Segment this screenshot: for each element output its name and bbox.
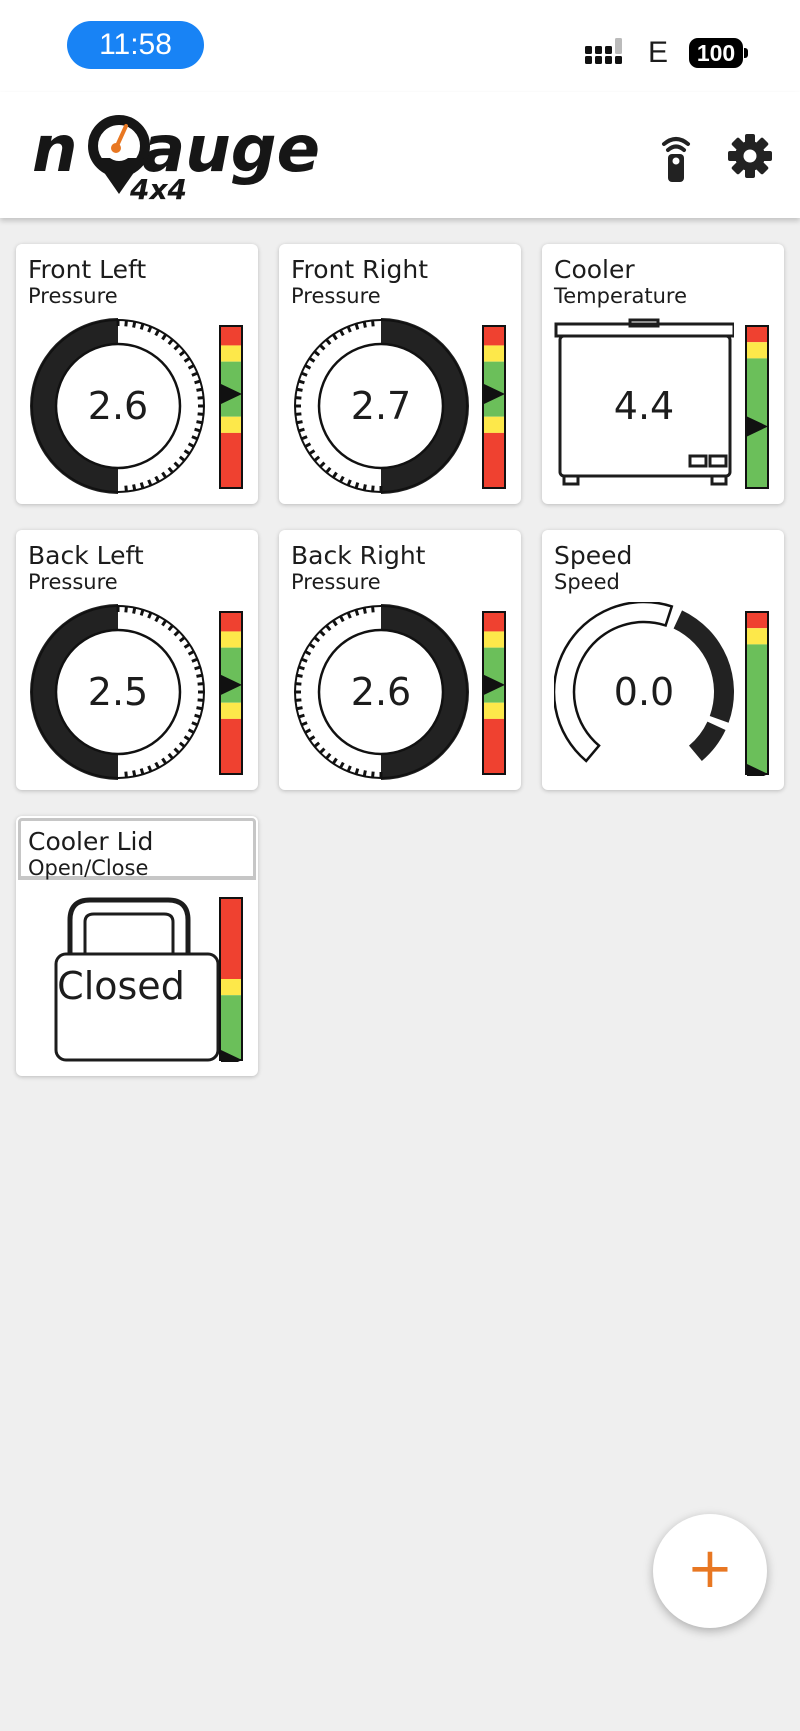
scale-segment [220, 702, 242, 719]
svg-text:n: n [32, 113, 78, 187]
tile-title: Front Right [291, 255, 429, 284]
tile-value: 0.0 [613, 670, 675, 714]
status-time: 11:58 [67, 21, 204, 69]
level-scale [219, 897, 243, 1062]
tile-title: Speed [554, 541, 633, 570]
scale-segment [220, 631, 242, 648]
level-scale [482, 325, 506, 489]
tile-title: Cooler Lid [28, 827, 154, 856]
scale-segment [746, 628, 768, 645]
network-type: E [648, 36, 669, 69]
tile-title: Back Right [291, 541, 426, 570]
scale-segment [220, 612, 242, 632]
level-scale [745, 325, 769, 489]
tile-subtitle: Pressure [291, 570, 381, 594]
scale-segment [483, 631, 505, 648]
tile-title: Cooler [554, 255, 635, 284]
tile-speed[interactable]: Speed Speed 0.0 [542, 530, 784, 790]
scale-segment [746, 326, 768, 343]
tile-title: Front Left [28, 255, 147, 284]
status-bar: 11:58 E 100 [0, 0, 800, 92]
tile-front-right[interactable]: Front Right Pressure 2.7 [279, 244, 521, 504]
level-scale [482, 611, 506, 775]
tile-subtitle: Temperature [554, 284, 688, 308]
battery-indicator: 100 [689, 38, 743, 68]
scale-segment [220, 979, 242, 996]
scale-segment [746, 644, 768, 774]
scale-segment [220, 718, 242, 774]
scale-segment [220, 432, 242, 488]
level-scale [219, 325, 243, 489]
tile-value: Closed [57, 964, 185, 1008]
svg-text:4x4: 4x4 [129, 173, 187, 206]
tile-subtitle: Pressure [291, 284, 381, 308]
tile-subtitle: Speed [554, 570, 620, 594]
scale-segment [220, 995, 242, 1060]
scale-segment [220, 647, 242, 703]
tile-subtitle: Pressure [28, 284, 118, 308]
gear-icon [728, 134, 772, 178]
app-bar: n auge 4x4 [0, 92, 800, 218]
battery-tip [744, 48, 748, 58]
scale-segment [220, 898, 242, 979]
scale-segment [220, 326, 242, 346]
scale-segment [483, 432, 505, 488]
tile-value: 4.4 [613, 384, 675, 428]
scale-segment [746, 612, 768, 629]
remote-icon [662, 137, 690, 182]
plus-icon: + [686, 1536, 734, 1601]
scale-segment [483, 718, 505, 774]
tile-value: 2.5 [87, 670, 149, 714]
level-scale [219, 611, 243, 775]
tile-back-right[interactable]: Back Right Pressure 2.6 [279, 530, 521, 790]
scale-segment [483, 326, 505, 346]
scale-segment [483, 702, 505, 719]
tile-subtitle: Pressure [28, 570, 118, 594]
tile-subtitle: Open/Close [28, 856, 149, 880]
tile-value: 2.6 [350, 670, 412, 714]
scale-segment [746, 342, 768, 359]
scale-segment [220, 345, 242, 362]
scale-segment [483, 612, 505, 632]
tile-cooler[interactable]: Cooler Temperature 4.4 [542, 244, 784, 504]
tile-value: 2.7 [350, 384, 412, 428]
scale-segment [483, 345, 505, 362]
tile-front-left[interactable]: Front Left Pressure 2.6 [16, 244, 258, 504]
settings-button[interactable] [722, 128, 778, 184]
tile-cooler-lid[interactable]: Cooler Lid Open/Close Closed [16, 816, 258, 1076]
signal-icon [585, 38, 622, 64]
scale-segment [483, 416, 505, 433]
scale-segment [220, 416, 242, 433]
tile-back-left[interactable]: Back Left Pressure 2.5 [16, 530, 258, 790]
add-gauge-button[interactable]: + [653, 1514, 767, 1628]
level-scale [745, 611, 769, 776]
remote-button[interactable] [648, 128, 704, 184]
tile-title: Back Left [28, 541, 144, 570]
scale-segment [483, 647, 505, 703]
ngauge-logo: n auge 4x4 [32, 113, 320, 206]
tile-value: 2.6 [87, 384, 149, 428]
